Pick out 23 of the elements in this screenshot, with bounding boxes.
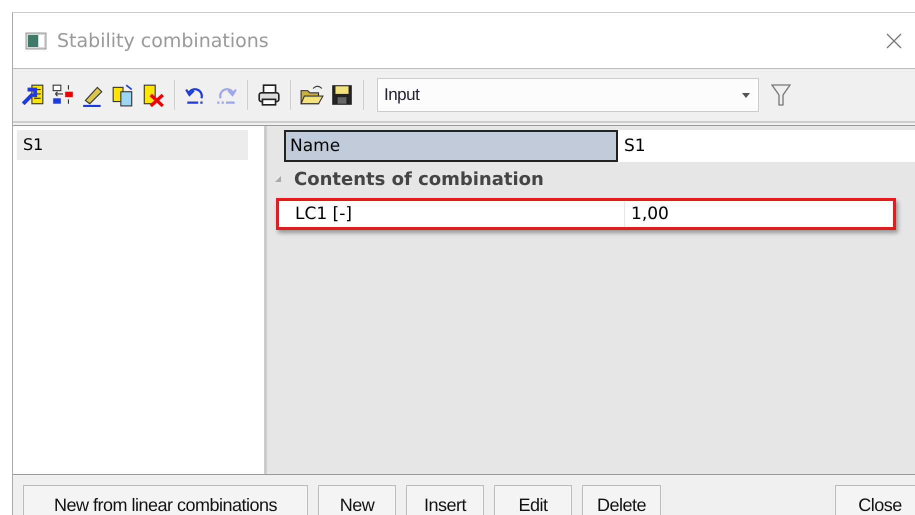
property-name[interactable]: Name — [284, 130, 618, 162]
dialog-button[interactable]: Edit — [494, 485, 572, 515]
view-dropdown[interactable]: Input — [377, 78, 759, 112]
window-app-icon — [25, 32, 47, 50]
insert-table-icon[interactable] — [21, 83, 45, 107]
filter-icon[interactable] — [771, 83, 791, 107]
list-item[interactable]: S1 — [17, 130, 248, 160]
dialog-button[interactable]: New — [318, 485, 396, 515]
close-icon[interactable] — [885, 32, 903, 50]
property-value[interactable]: S1 — [618, 130, 915, 162]
category-title: Contents of combination — [294, 168, 544, 190]
dialog-button[interactable]: Delete — [582, 485, 662, 515]
close-button[interactable]: Close — [835, 485, 915, 515]
copy-table-icon[interactable] — [111, 83, 135, 107]
dialog-button[interactable]: Insert — [406, 485, 484, 515]
dialog-button[interactable]: New from linear combinations — [23, 485, 308, 515]
property-name[interactable]: LC1 [-] — [291, 201, 625, 227]
folder-icon[interactable] — [300, 83, 324, 107]
delete-table-icon[interactable] — [141, 83, 165, 107]
window-title: Stability combinations — [57, 30, 270, 52]
property-value[interactable]: 1,00 — [625, 201, 893, 227]
dropdown-caret-icon — [742, 92, 750, 98]
printer-icon[interactable] — [257, 83, 281, 107]
